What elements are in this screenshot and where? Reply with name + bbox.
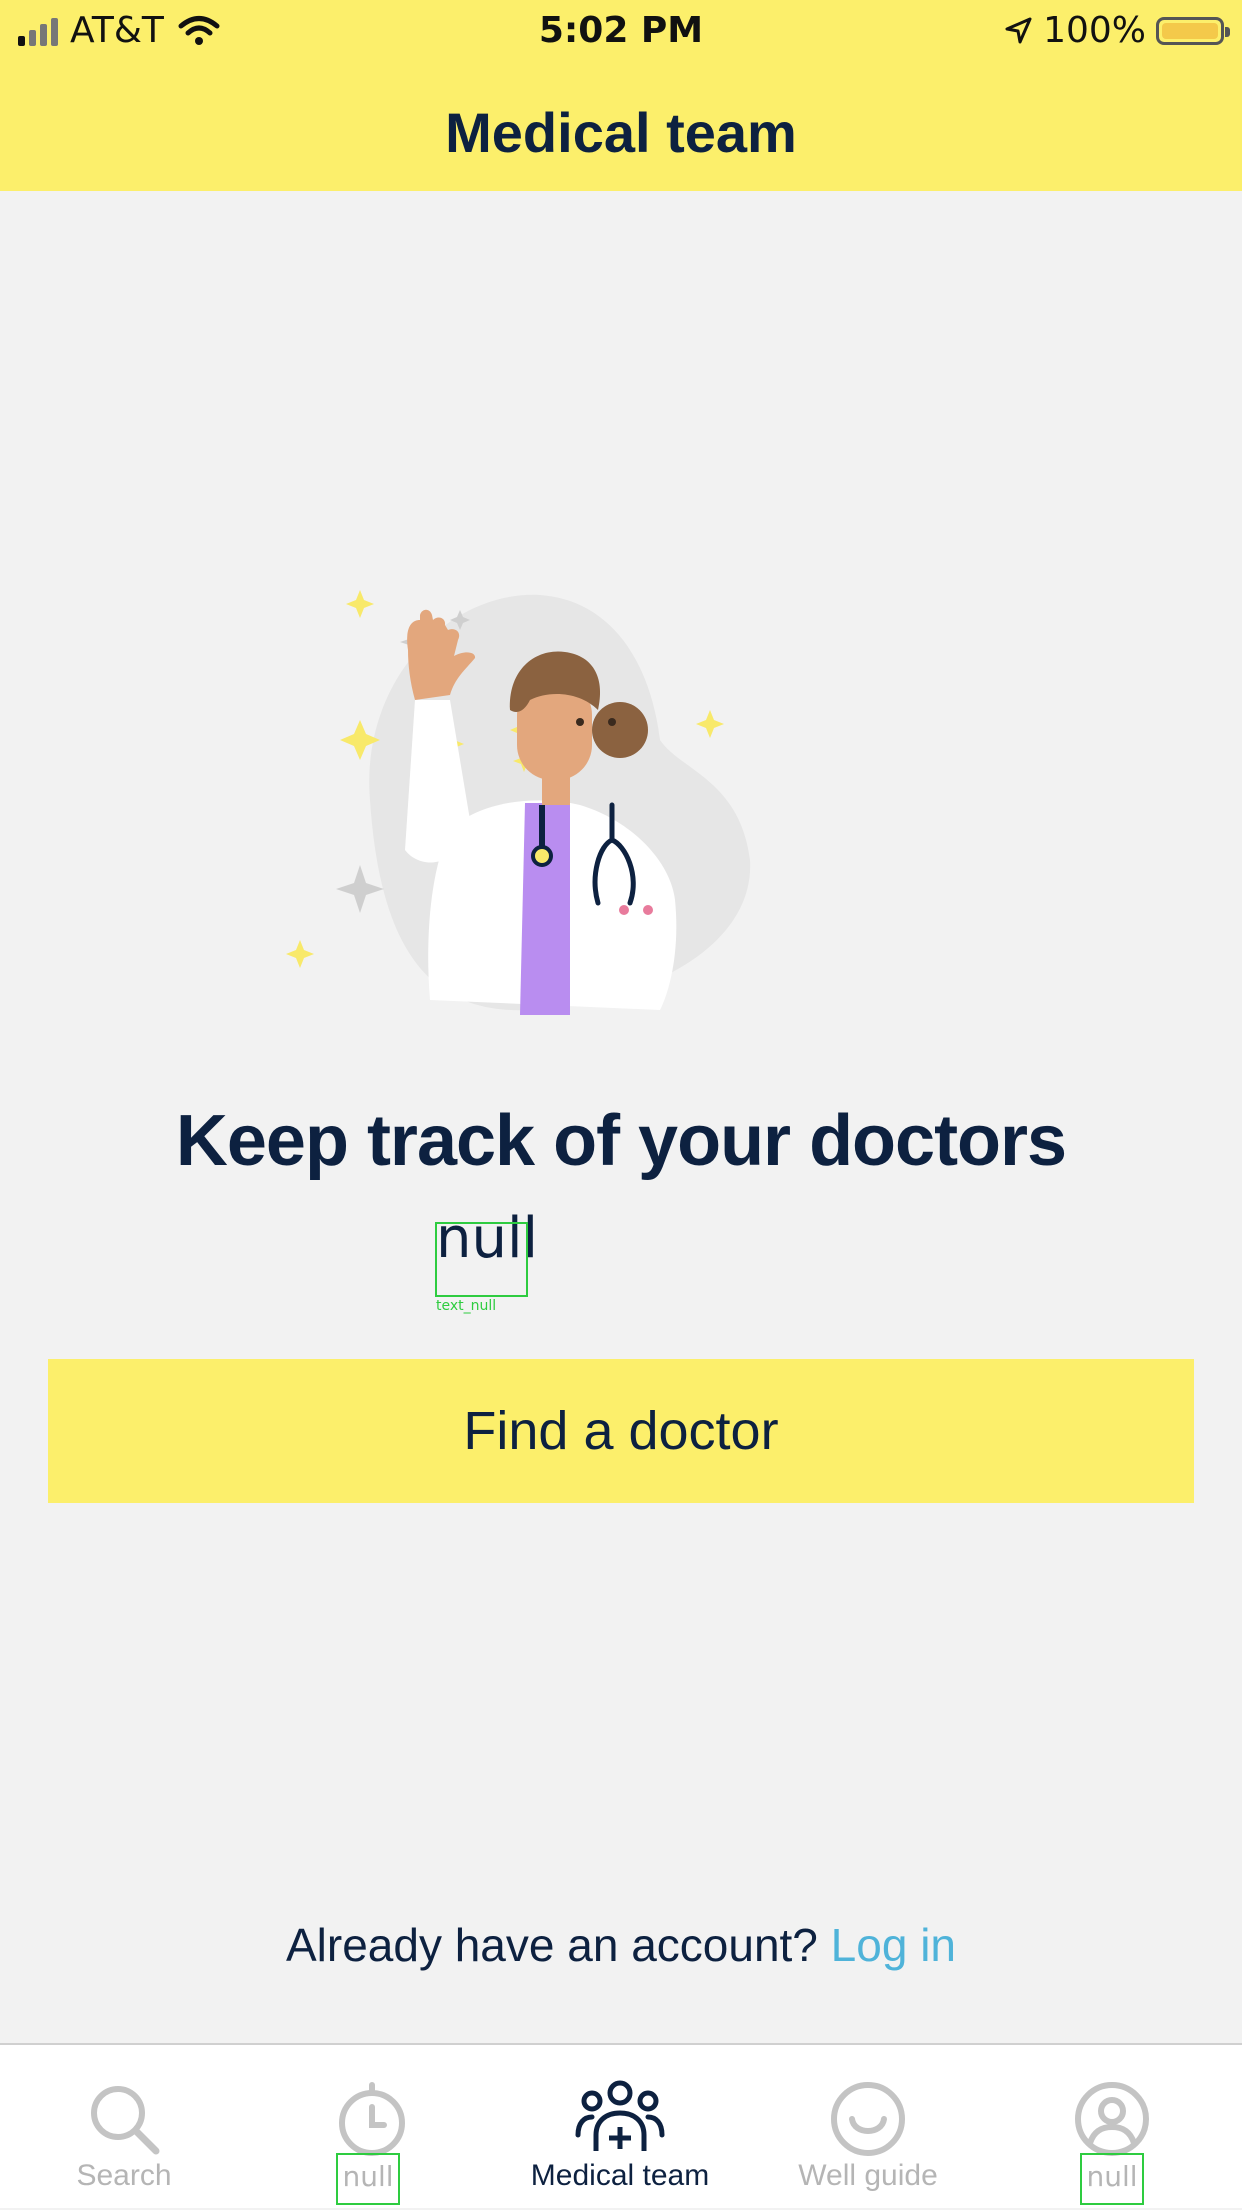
search-icon (91, 2086, 160, 2155)
tab-medical-team[interactable]: Medical team (496, 2045, 744, 2210)
status-right: 100% (1003, 10, 1230, 51)
battery-icon (1156, 16, 1230, 45)
tab-label-medical-team: Medical team (530, 2159, 710, 2192)
battery-percent: 100% (1043, 10, 1146, 51)
login-link[interactable]: Log in (831, 1919, 956, 1971)
timer-icon (339, 2082, 405, 2156)
tab-label-well-guide: Well guide (798, 2159, 938, 2192)
login-row: Already have an account? Log in (0, 1918, 1242, 1972)
tab-label-timer: null (336, 2153, 400, 2205)
medical-team-icon (575, 2080, 665, 2151)
tab-profile[interactable]: null (992, 2045, 1240, 2210)
tab-search[interactable]: Search (0, 2045, 248, 2210)
tab-label-profile: null (1080, 2153, 1144, 2205)
tab-timer[interactable]: null (248, 2045, 496, 2210)
tab-bar: Search null Medical team Well guide null (0, 2043, 1242, 2208)
headline: Keep track of your doctors (175, 1101, 1067, 1181)
login-prompt: Already have an account? (285, 1919, 818, 1971)
debug-label: text_null (436, 1298, 497, 1314)
smile-icon (831, 2082, 905, 2156)
profile-icon (1075, 2082, 1149, 2156)
debug-outline (435, 1222, 528, 1297)
page-title: Medical team (445, 101, 797, 164)
app-root: AT&T 5:02 PM 100% Medical team Keep trac… (0, 0, 1242, 2208)
tab-label-search: Search (76, 2159, 172, 2192)
find-doctor-button[interactable]: Find a doctor (48, 1359, 1194, 1503)
location-arrow-icon (1005, 17, 1032, 43)
status-bar: AT&T 5:02 PM 100% (0, 0, 1242, 62)
tab-well-guide[interactable]: Well guide (744, 2045, 992, 2210)
doctor-illustration (286, 590, 751, 1015)
header-bar: AT&T 5:02 PM 100% Medical team (0, 0, 1242, 191)
